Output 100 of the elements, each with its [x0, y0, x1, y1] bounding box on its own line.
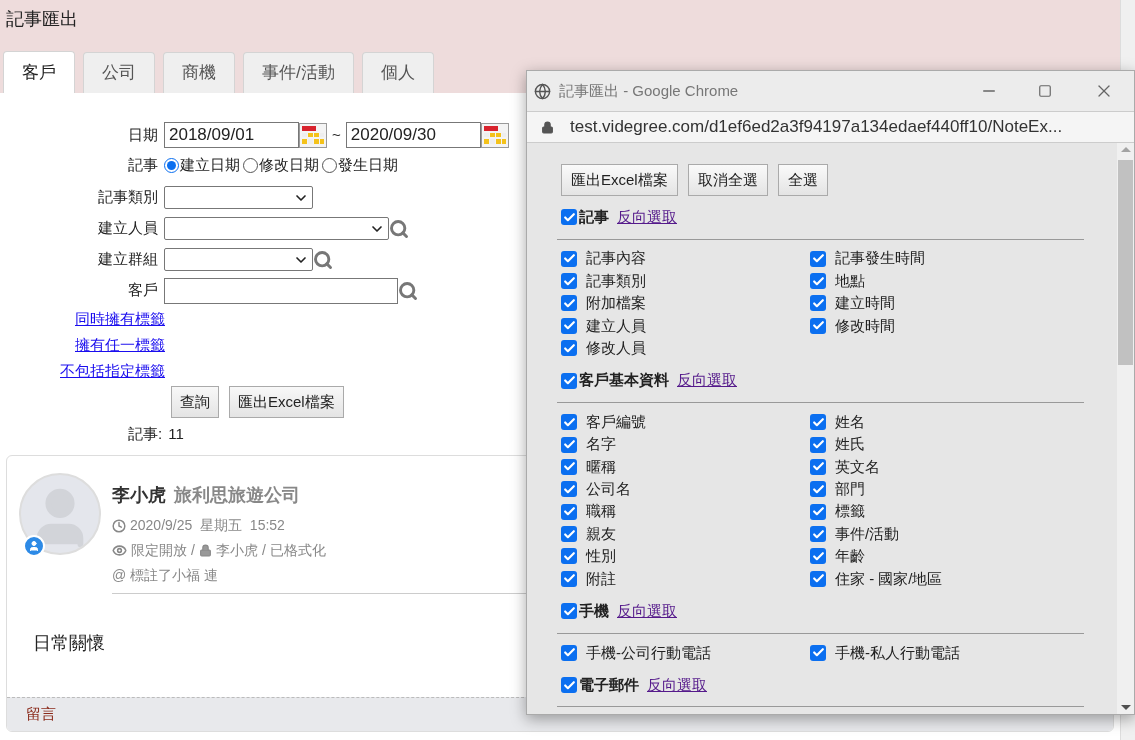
date-input[interactable]: 2020/09/30: [345, 122, 481, 148]
field-option-label: 性別: [586, 546, 616, 567]
checkbox[interactable]: [561, 372, 577, 389]
checkbox[interactable]: [810, 414, 826, 431]
checkbox[interactable]: [810, 436, 826, 453]
field-label: 日期: [127, 124, 159, 145]
checkbox[interactable]: [561, 644, 577, 661]
checkbox[interactable]: [561, 677, 577, 694]
checkbox[interactable]: [810, 481, 826, 498]
scroll-thumb[interactable]: [1118, 160, 1133, 365]
window-title: 記事匯出 - Google Chrome: [559, 80, 740, 101]
select-field[interactable]: [164, 217, 389, 240]
field-option-label: 部門: [835, 479, 865, 500]
tag-filter-link[interactable]: 擁有任一標籤: [75, 333, 165, 357]
form-button[interactable]: 查詢: [171, 386, 219, 418]
company-name: 旅利思旅遊公司: [174, 484, 300, 507]
field-option-label: 名字: [586, 434, 616, 455]
checkbox[interactable]: [810, 503, 826, 520]
separator: /: [191, 541, 195, 560]
checkbox[interactable]: [561, 570, 577, 587]
field-label: 建立人員: [97, 218, 159, 239]
field-option-label: 記事發生時間: [835, 248, 925, 269]
person-badge-icon: [23, 535, 45, 557]
tab[interactable]: 客戶: [3, 51, 75, 93]
invert-selection-link[interactable]: 反向選取: [677, 369, 737, 392]
radio-label: 建立日期: [180, 155, 240, 176]
search-icon[interactable]: [313, 249, 333, 270]
checkbox[interactable]: [561, 209, 577, 226]
tab[interactable]: 公司: [83, 52, 155, 93]
select-field[interactable]: [164, 248, 313, 271]
popup-button[interactable]: 全選: [777, 164, 828, 196]
search-icon[interactable]: [389, 218, 409, 239]
checkbox[interactable]: [561, 548, 577, 565]
checkbox[interactable]: [810, 273, 826, 290]
tag-filter-link[interactable]: 不包括指定標籤: [60, 359, 165, 383]
checkbox[interactable]: [561, 603, 577, 620]
checkbox[interactable]: [561, 273, 577, 290]
calendar-icon[interactable]: [299, 122, 327, 148]
eye-icon: [112, 543, 127, 558]
popup-button[interactable]: 匯出Excel檔案: [561, 164, 678, 196]
field-option-label: 手機-公司行動電話: [586, 642, 711, 663]
field-option-label: 暱稱: [586, 456, 616, 477]
checkbox[interactable]: [561, 250, 577, 267]
date-input[interactable]: 2018/09/01: [164, 122, 299, 148]
comment-link[interactable]: 留言: [26, 703, 56, 726]
text-field[interactable]: [164, 277, 398, 304]
checkbox[interactable]: [561, 295, 577, 312]
section-label: 客戶基本資料: [579, 370, 669, 391]
field-option-label: 記事內容: [586, 248, 646, 269]
form-button[interactable]: 匯出Excel檔案: [229, 386, 344, 418]
invert-selection-link[interactable]: 反向選取: [617, 206, 677, 229]
address-bar[interactable]: test.videgree.com/d1ef6ed2a3f94197a134edaef440ff10/NoteEx...: [527, 111, 1134, 143]
calendar-icon[interactable]: [480, 122, 509, 148]
scroll-down-icon[interactable]: [1120, 705, 1131, 710]
field-option-label: 手機-私人行動電話: [835, 642, 960, 663]
scrollbar[interactable]: [1117, 143, 1134, 714]
checkbox[interactable]: [561, 526, 577, 543]
checkbox[interactable]: [561, 458, 577, 475]
checkbox[interactable]: [561, 317, 577, 334]
field-option-label: 事件/活動: [835, 523, 900, 544]
checkbox[interactable]: [810, 458, 826, 475]
invert-selection-link[interactable]: 反向選取: [647, 673, 707, 697]
checkbox[interactable]: [810, 250, 826, 267]
note-time: 2020/9/25 星期五 15:52: [130, 516, 285, 535]
tab[interactable]: 商機: [163, 52, 235, 93]
checkbox[interactable]: [561, 340, 577, 357]
checkbox[interactable]: [561, 481, 577, 498]
note-body: 日常關懷: [33, 632, 105, 655]
lock-icon: [198, 544, 212, 557]
field-option-label: 地點: [835, 270, 865, 291]
checkbox[interactable]: [561, 503, 577, 520]
checkbox[interactable]: [810, 548, 826, 565]
field-option-label: 英文名: [835, 456, 880, 477]
checkbox[interactable]: [810, 295, 826, 312]
field-label: 客戶: [127, 280, 159, 301]
checkbox[interactable]: [810, 317, 826, 334]
field-option-label: 姓氏: [835, 434, 865, 455]
field-option-label: 年齡: [835, 546, 865, 567]
clock-icon: [112, 518, 126, 533]
field-label: 建立群組: [97, 249, 159, 270]
checkbox[interactable]: [561, 436, 577, 453]
checkbox[interactable]: [810, 644, 826, 661]
invert-selection-link[interactable]: 反向選取: [617, 600, 677, 623]
field-label: 記事類別: [97, 187, 159, 208]
tab[interactable]: 事件/活動: [243, 52, 354, 93]
field-option-label: 建立時間: [835, 293, 895, 314]
section-label: 電子郵件: [579, 674, 639, 695]
checkbox[interactable]: [561, 414, 577, 431]
field-option-label: 修改時間: [835, 315, 895, 336]
search-icon[interactable]: [398, 280, 418, 301]
checkbox[interactable]: [810, 570, 826, 587]
tab[interactable]: 個人: [361, 52, 434, 93]
field-option-label: 公司名: [586, 479, 631, 500]
select-field[interactable]: [164, 186, 313, 209]
tag-filter-link[interactable]: 同時擁有標籤: [75, 307, 165, 331]
field-option-label: 親友: [586, 523, 616, 544]
field-option-label: 記事類別: [586, 270, 646, 291]
maximize-icon[interactable]: [1038, 84, 1052, 98]
popup-button[interactable]: 取消全選: [687, 164, 768, 196]
checkbox[interactable]: [810, 526, 826, 543]
